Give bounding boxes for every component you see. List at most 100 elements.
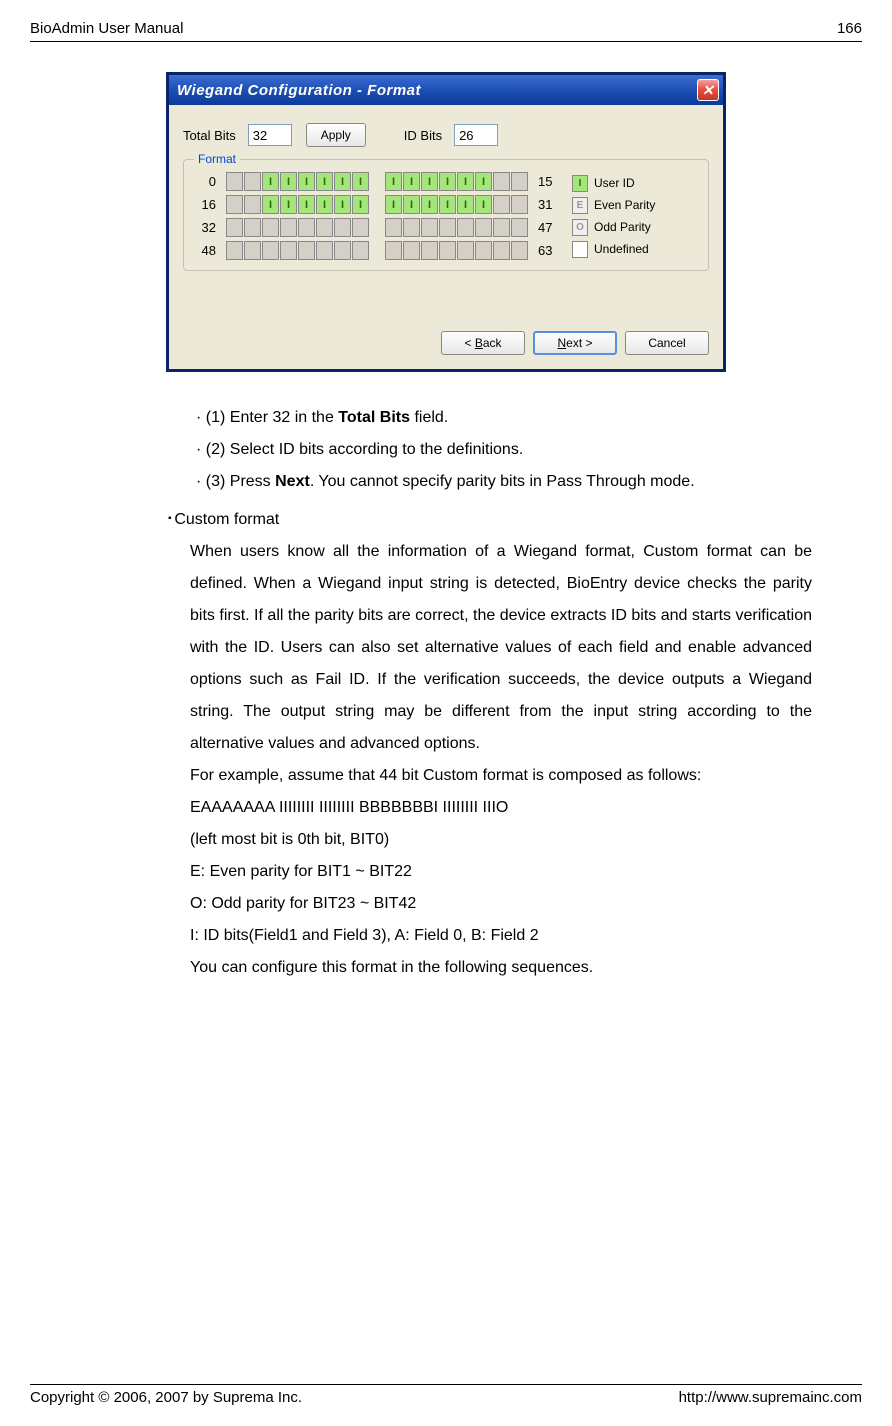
bit-cell[interactable]: I — [262, 172, 279, 191]
bit-cell[interactable] — [439, 218, 456, 237]
bit-group — [226, 241, 369, 260]
bit-cell[interactable] — [244, 195, 261, 214]
close-icon[interactable]: ✕ — [697, 79, 719, 101]
bit-cell[interactable] — [511, 172, 528, 191]
bit-end-label: 31 — [538, 197, 560, 212]
next-button[interactable]: Next > — [533, 331, 617, 355]
bit-cell[interactable]: I — [457, 172, 474, 191]
custom-para-3: EAAAAAAA IIIIIIII IIIIIIII BBBBBBBI IIII… — [130, 792, 812, 824]
bit-cell[interactable]: I — [403, 195, 420, 214]
apply-button[interactable]: Apply — [306, 123, 366, 147]
bit-cell[interactable] — [511, 218, 528, 237]
bit-cell[interactable] — [511, 241, 528, 260]
bit-cell[interactable] — [226, 195, 243, 214]
bit-cell[interactable]: I — [475, 172, 492, 191]
bit-cell[interactable]: I — [316, 195, 333, 214]
bit-cell[interactable] — [262, 218, 279, 237]
total-bits-label: Total Bits — [183, 128, 236, 143]
bit-cell[interactable] — [493, 241, 510, 260]
wiegand-dialog: Wiegand Configuration - Format ✕ Total B… — [166, 72, 726, 372]
footer-url: http://www.supremainc.com — [679, 1389, 862, 1406]
bit-cell[interactable] — [226, 172, 243, 191]
bit-cell[interactable] — [421, 241, 438, 260]
bit-row: 0 IIIIIIIIIIII 15 — [194, 172, 560, 191]
legend-box-icon: I — [572, 175, 588, 192]
bit-cell[interactable] — [493, 195, 510, 214]
bit-cell[interactable]: I — [385, 195, 402, 214]
bit-cell[interactable] — [421, 218, 438, 237]
page-header: BioAdmin User Manual 166 — [30, 20, 862, 42]
cancel-button[interactable]: Cancel — [625, 331, 709, 355]
id-bits-input[interactable] — [454, 124, 498, 146]
bit-cell[interactable] — [280, 241, 297, 260]
bit-cell[interactable] — [475, 241, 492, 260]
dialog-title: Wiegand Configuration - Format — [177, 82, 421, 99]
bit-cell[interactable] — [334, 218, 351, 237]
bit-cell[interactable] — [316, 218, 333, 237]
custom-para-8: You can configure this format in the fol… — [130, 952, 812, 984]
bit-cell[interactable] — [316, 241, 333, 260]
legend-label: Odd Parity — [594, 220, 651, 234]
bit-cell[interactable] — [385, 241, 402, 260]
bit-cell[interactable] — [280, 218, 297, 237]
bit-cell[interactable] — [262, 241, 279, 260]
bit-cell[interactable]: I — [298, 172, 315, 191]
page-number: 166 — [837, 20, 862, 37]
bit-cell[interactable]: I — [280, 195, 297, 214]
bit-cell[interactable] — [298, 218, 315, 237]
bit-cell[interactable]: I — [403, 172, 420, 191]
bit-cell[interactable]: I — [475, 195, 492, 214]
bit-cell[interactable] — [226, 241, 243, 260]
bit-cell[interactable] — [457, 241, 474, 260]
bit-cell[interactable]: I — [334, 195, 351, 214]
bit-cell[interactable]: I — [439, 172, 456, 191]
bit-cell[interactable] — [493, 218, 510, 237]
bit-cell[interactable]: I — [457, 195, 474, 214]
custom-format-heading: Custom format — [130, 504, 812, 536]
bit-cell[interactable]: I — [262, 195, 279, 214]
bit-cell[interactable]: I — [352, 172, 369, 191]
legend-label: User ID — [594, 176, 635, 190]
bit-end-label: 47 — [538, 220, 560, 235]
bit-cell[interactable] — [493, 172, 510, 191]
bit-cell[interactable] — [385, 218, 402, 237]
bit-cell[interactable] — [511, 195, 528, 214]
dialog-body: Total Bits Apply ID Bits Format 0 IIIIII… — [169, 105, 723, 369]
bit-cell[interactable]: I — [385, 172, 402, 191]
bit-cell[interactable] — [403, 218, 420, 237]
bit-group: IIIIII — [385, 195, 528, 214]
bit-start-label: 48 — [194, 243, 216, 258]
bit-cell[interactable] — [475, 218, 492, 237]
bit-cell[interactable] — [403, 241, 420, 260]
bit-cell[interactable]: I — [439, 195, 456, 214]
custom-para-2: For example, assume that 44 bit Custom f… — [130, 760, 812, 792]
header-title: BioAdmin User Manual — [30, 20, 183, 37]
bit-cell[interactable] — [439, 241, 456, 260]
legend-label: Even Parity — [594, 198, 655, 212]
bit-cell[interactable] — [352, 241, 369, 260]
legend-label: Undefined — [594, 242, 649, 256]
bit-cell[interactable] — [298, 241, 315, 260]
bit-cell[interactable]: I — [334, 172, 351, 191]
bit-cell[interactable] — [334, 241, 351, 260]
bit-cell[interactable] — [244, 172, 261, 191]
legend-box-icon: O — [572, 219, 588, 236]
total-bits-input[interactable] — [248, 124, 292, 146]
bit-cell[interactable]: I — [352, 195, 369, 214]
format-legend-label: Format — [194, 152, 240, 166]
bit-cell[interactable] — [244, 218, 261, 237]
legend-box-icon: E — [572, 197, 588, 214]
back-button[interactable]: < Back — [441, 331, 525, 355]
bit-group: IIIIII — [226, 172, 369, 191]
step-list: (1) Enter 32 in the Total Bits field. (2… — [130, 402, 812, 498]
dialog-titlebar: Wiegand Configuration - Format ✕ — [169, 75, 723, 105]
bit-cell[interactable] — [352, 218, 369, 237]
bit-cell[interactable]: I — [316, 172, 333, 191]
bit-cell[interactable]: I — [421, 195, 438, 214]
bit-cell[interactable]: I — [421, 172, 438, 191]
bit-cell[interactable] — [244, 241, 261, 260]
bit-cell[interactable] — [457, 218, 474, 237]
bit-cell[interactable] — [226, 218, 243, 237]
bit-cell[interactable]: I — [298, 195, 315, 214]
bit-cell[interactable]: I — [280, 172, 297, 191]
